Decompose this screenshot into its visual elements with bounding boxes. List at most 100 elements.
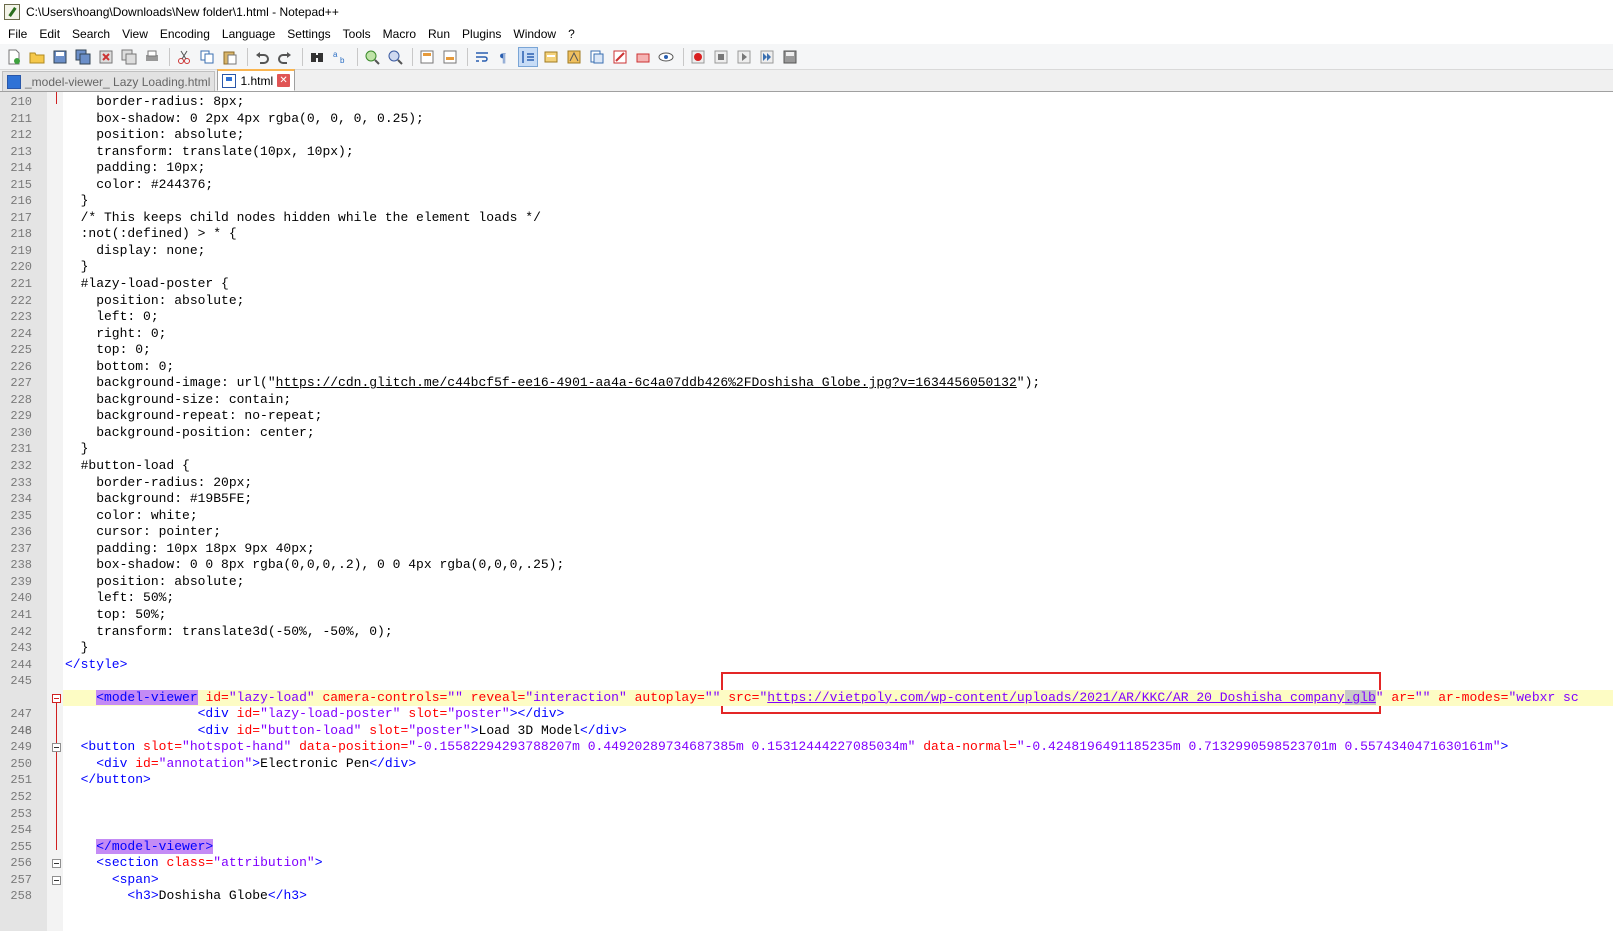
code-line: 253 bbox=[10, 806, 32, 821]
code-line: 216 } bbox=[10, 193, 89, 209]
code-line: 242 transform: translate3d(-50%, -50%, 0… bbox=[10, 623, 393, 639]
save-icon[interactable] bbox=[50, 47, 70, 67]
code-line: 218 :not(:defined) > * { bbox=[10, 226, 237, 242]
zoom-out-icon[interactable] bbox=[385, 47, 405, 67]
undo-icon[interactable] bbox=[252, 47, 272, 67]
stop-icon[interactable] bbox=[711, 47, 731, 67]
code-lines: 210 border-radius: 8px; 211 box-shadow: … bbox=[0, 94, 1613, 905]
fold-toggle-icon[interactable] bbox=[52, 875, 61, 885]
indent-guide-icon[interactable] bbox=[518, 46, 538, 67]
all-chars-icon[interactable]: ¶ bbox=[495, 47, 515, 67]
wrap-icon[interactable] bbox=[472, 47, 492, 67]
menu-bar: File Edit Search View Encoding Language … bbox=[0, 24, 1613, 44]
replace-icon[interactable]: ab bbox=[330, 47, 350, 67]
zoom-in-icon[interactable] bbox=[362, 47, 382, 67]
toolbar-separator bbox=[412, 47, 413, 66]
code-line: 221 #lazy-load-poster { bbox=[10, 276, 229, 292]
code-line: 252 bbox=[10, 789, 32, 804]
toolbar-separator bbox=[467, 47, 468, 66]
code-line: 232 #button-load { bbox=[10, 458, 190, 474]
menu-view[interactable]: View bbox=[116, 27, 154, 41]
code-line: 212 position: absolute; bbox=[10, 127, 245, 143]
code-line: 233 border-radius: 20px; bbox=[10, 474, 253, 490]
record-icon[interactable] bbox=[688, 47, 708, 67]
background-image-url[interactable]: https://cdn.glitch.me/c44bcf5f-ee16-4901… bbox=[276, 375, 1017, 390]
sync-v-icon[interactable] bbox=[417, 47, 437, 67]
code-line: 227 background-image: url("https://cdn.g… bbox=[10, 375, 1041, 391]
menu-settings[interactable]: Settings bbox=[281, 27, 336, 41]
menu-run[interactable]: Run bbox=[422, 27, 456, 41]
menu-window[interactable]: Window bbox=[507, 27, 562, 41]
menu-macro[interactable]: Macro bbox=[377, 27, 422, 41]
code-line: 248 <div id="button-load" slot="poster">… bbox=[10, 722, 627, 738]
model-src-url[interactable]: https://vietpoly.com/wp-content/uploads/… bbox=[767, 690, 1344, 705]
code-line: 240 left: 50%; bbox=[10, 590, 175, 606]
menu-encoding[interactable]: Encoding bbox=[154, 27, 216, 41]
udl-icon[interactable] bbox=[541, 47, 561, 67]
code-line: 214 padding: 10px; bbox=[10, 160, 206, 176]
code-line: 220 } bbox=[10, 259, 89, 275]
svg-text:b: b bbox=[340, 56, 345, 65]
code-line: 254 bbox=[10, 823, 32, 838]
svg-text:¶: ¶ bbox=[500, 50, 506, 65]
code-line: 258 <h3>Doshisha Globe</h3> bbox=[10, 888, 307, 904]
code-line: 217 /* This keeps child nodes hidden whi… bbox=[10, 209, 541, 225]
code-line: 244 </style> bbox=[10, 656, 128, 672]
tab-label: _model-viewer_ Lazy Loading.html bbox=[25, 74, 211, 89]
redo-icon[interactable] bbox=[275, 47, 295, 67]
notepadpp-app-icon bbox=[4, 4, 20, 20]
play-icon[interactable] bbox=[734, 47, 754, 67]
code-line: 250 <div id="annotation">Electronic Pen<… bbox=[10, 755, 417, 771]
save-all-icon[interactable] bbox=[73, 47, 93, 67]
doc-map-icon[interactable] bbox=[564, 47, 584, 67]
code-line: 255 </model-viewer> bbox=[10, 838, 214, 854]
paste-icon[interactable] bbox=[220, 47, 240, 67]
play-multi-icon[interactable] bbox=[757, 47, 777, 67]
code-line: 222 position: absolute; bbox=[10, 292, 245, 308]
code-line: 237 padding: 10px 18px 9px 40px; bbox=[10, 540, 315, 556]
menu-language[interactable]: Language bbox=[216, 27, 281, 41]
fold-toggle-icon[interactable] bbox=[52, 693, 61, 703]
print-icon[interactable] bbox=[142, 47, 162, 67]
code-line: 229 background-repeat: no-repeat; bbox=[10, 408, 323, 424]
menu-file[interactable]: File bbox=[0, 27, 33, 41]
menu-help[interactable]: ? bbox=[562, 27, 581, 41]
toolbar-separator bbox=[169, 47, 170, 66]
func-list-icon[interactable] bbox=[587, 47, 607, 67]
copy-icon[interactable] bbox=[197, 47, 217, 67]
save-macro-icon[interactable] bbox=[780, 47, 800, 67]
new-file-icon[interactable] bbox=[4, 47, 24, 67]
code-line: 249 <button slot="hotspot-hand" data-pos… bbox=[10, 739, 1509, 755]
fold-toggle-icon[interactable] bbox=[52, 859, 61, 869]
menu-edit[interactable]: Edit bbox=[33, 27, 66, 41]
code-line: 226 bottom: 0; bbox=[10, 358, 175, 374]
cut-icon[interactable] bbox=[174, 47, 194, 67]
tab-model-viewer-lazy-loading[interactable]: _model-viewer_ Lazy Loading.html bbox=[2, 71, 216, 91]
close-tab-icon[interactable]: ✕ bbox=[277, 74, 291, 87]
menu-search[interactable]: Search bbox=[66, 27, 116, 41]
close-all-icon[interactable] bbox=[119, 47, 139, 67]
code-editor[interactable]: 210 border-radius: 8px; 211 box-shadow: … bbox=[0, 92, 1613, 931]
code-line: 210 border-radius: 8px; bbox=[10, 94, 245, 109]
code-line: 256 <section class="attribution"> bbox=[10, 855, 323, 871]
menu-tools[interactable]: Tools bbox=[337, 27, 377, 41]
code-line: 235 color: white; bbox=[10, 507, 198, 523]
code-line: 251 </button> bbox=[10, 772, 151, 788]
code-line: 225 top: 0; bbox=[10, 342, 151, 358]
monitor-icon[interactable] bbox=[633, 47, 653, 67]
sync-h-icon[interactable] bbox=[440, 47, 460, 67]
fold-toggle-icon[interactable] bbox=[52, 743, 61, 753]
svg-text:a: a bbox=[333, 50, 338, 59]
saved-file-icon bbox=[222, 73, 237, 88]
tab-1-html[interactable]: 1.html ✕ bbox=[217, 69, 296, 91]
menu-plugins[interactable]: Plugins bbox=[456, 27, 507, 41]
folder-workspace-icon[interactable] bbox=[610, 47, 630, 67]
code-line: 224 right: 0; bbox=[10, 325, 167, 341]
close-icon[interactable] bbox=[96, 47, 116, 67]
find-icon[interactable] bbox=[307, 47, 327, 67]
eye-icon[interactable] bbox=[656, 47, 676, 67]
code-line: 223 left: 0; bbox=[10, 309, 159, 325]
open-icon[interactable] bbox=[27, 47, 47, 67]
code-line: 228 background-size: contain; bbox=[10, 391, 292, 407]
code-line: 219 display: none; bbox=[10, 242, 206, 258]
